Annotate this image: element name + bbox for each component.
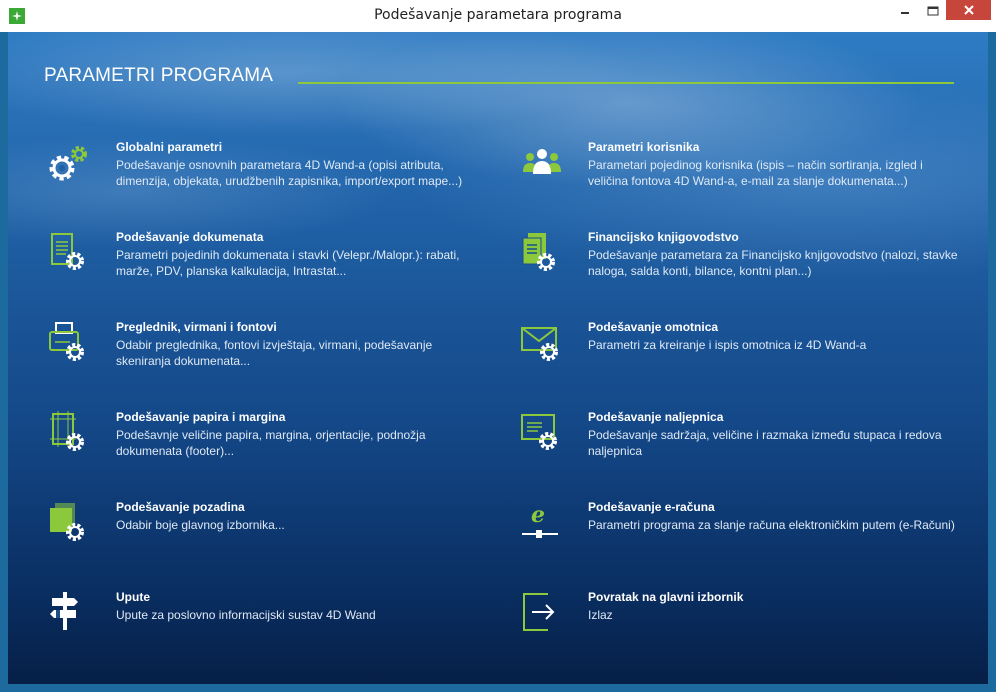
item-label: Povratak na glavni izbornik: [588, 590, 744, 604]
menu-item-podesavanje-pozadina[interactable]: Podešavanje pozadina Odabir boje glavnog…: [46, 500, 476, 570]
menu-item-podesavanje-omotnica[interactable]: Podešavanje omotnica Parametri za kreira…: [518, 320, 948, 390]
item-description: Parametri za kreiranje i ispis omotnica …: [588, 338, 867, 352]
envelope-gear-icon: [518, 320, 572, 374]
users-icon: [518, 140, 572, 194]
document-gear-icon: [46, 230, 100, 284]
item-label: Financijsko knjigovodstvo: [588, 230, 739, 244]
item-description: Parametri pojedinih dokumenata i stavki …: [116, 248, 460, 278]
item-label: Podešavanje e-računa: [588, 500, 715, 514]
item-description: Parametri programa za slanje računa elek…: [588, 518, 955, 532]
item-description: Izlaz: [588, 608, 613, 622]
item-description: Odabir preglednika, fontovi izvještaja, …: [116, 338, 433, 368]
menu-item-podesavanje-naljepnica[interactable]: Podešavanje naljepnica Podešavanje sadrž…: [518, 410, 948, 480]
menu-item-globalni-parametri[interactable]: Globalni parametri Podešavanje osnovnih …: [46, 140, 476, 210]
menu-item-preglednik-virmani[interactable]: Preglednik, virmani i fontovi Odabir pre…: [46, 320, 476, 390]
background-gear-icon: [46, 500, 100, 554]
printer-gear-icon: [46, 320, 100, 374]
item-description: Odabir boje glavnog izbornika...: [116, 518, 285, 532]
minimize-icon: [901, 12, 909, 14]
menu-item-e-racuna[interactable]: e Podešavanje e-računa Parametri program…: [518, 500, 955, 570]
maximize-button[interactable]: [920, 0, 946, 22]
menu-item-parametri-korisnika[interactable]: Parametri korisnika Parametari pojedinog…: [518, 140, 948, 210]
item-label: Globalni parametri: [116, 140, 223, 154]
menu-item-povratak[interactable]: Povratak na glavni izbornik Izlaz: [518, 590, 948, 660]
item-description: Upute za poslovno informacijski sustav 4…: [116, 608, 376, 622]
item-description: Podešavanje parametara za Financijsko kn…: [588, 248, 958, 278]
gears-icon: [46, 140, 100, 194]
item-label: Podešavanje pozadina: [116, 500, 245, 514]
minimize-button[interactable]: [890, 0, 920, 22]
e-invoice-icon: e: [518, 500, 572, 554]
item-label: Podešavanje papira i margina: [116, 410, 286, 424]
menu-item-financijsko-knjigovodstvo[interactable]: Financijsko knjigovodstvo Podešavanje pa…: [518, 230, 958, 300]
item-description: Parametari pojedinog korisnika (ispis – …: [588, 158, 923, 188]
item-label: Podešavanje omotnica: [588, 320, 719, 334]
app-window: Podešavanje parametara programa PARAMETR…: [0, 0, 996, 692]
title-bar[interactable]: Podešavanje parametara programa: [0, 0, 996, 32]
page-title: PARAMETRI PROGRAMA: [44, 65, 274, 86]
item-description: Podešavanje sadržaja, veličine i razmaka…: [588, 428, 942, 458]
main-content: PARAMETRI PROGRAMA Globalni parametri Po…: [8, 32, 988, 684]
signpost-icon: [46, 590, 100, 644]
svg-text:e: e: [531, 502, 545, 528]
menu-item-papir-margine[interactable]: Podešavanje papira i margina Podešavnje …: [46, 410, 476, 480]
exit-icon: [518, 590, 572, 644]
item-label: Podešavanje naljepnica: [588, 410, 724, 424]
item-label: Upute: [116, 590, 150, 604]
ledger-gear-icon: [518, 230, 572, 284]
maximize-icon: [927, 6, 939, 16]
label-gear-icon: [518, 410, 572, 464]
menu-item-podesavanje-dokumenata[interactable]: Podešavanje dokumenata Parametri pojedin…: [46, 230, 476, 300]
title-divider: [298, 82, 954, 84]
item-label: Podešavanje dokumenata: [116, 230, 264, 244]
item-description: Podešavanje osnovnih parametara 4D Wand-…: [116, 158, 463, 188]
close-icon: [963, 5, 974, 15]
page-margins-gear-icon: [46, 410, 100, 464]
item-label: Parametri korisnika: [588, 140, 700, 154]
close-button[interactable]: [946, 0, 991, 20]
item-label: Preglednik, virmani i fontovi: [116, 320, 277, 334]
window-title: Podešavanje parametara programa: [374, 7, 622, 23]
item-description: Podešavnje veličine papira, margina, orj…: [116, 428, 426, 458]
menu-item-upute[interactable]: Upute Upute za poslovno informacijski su…: [46, 590, 476, 660]
